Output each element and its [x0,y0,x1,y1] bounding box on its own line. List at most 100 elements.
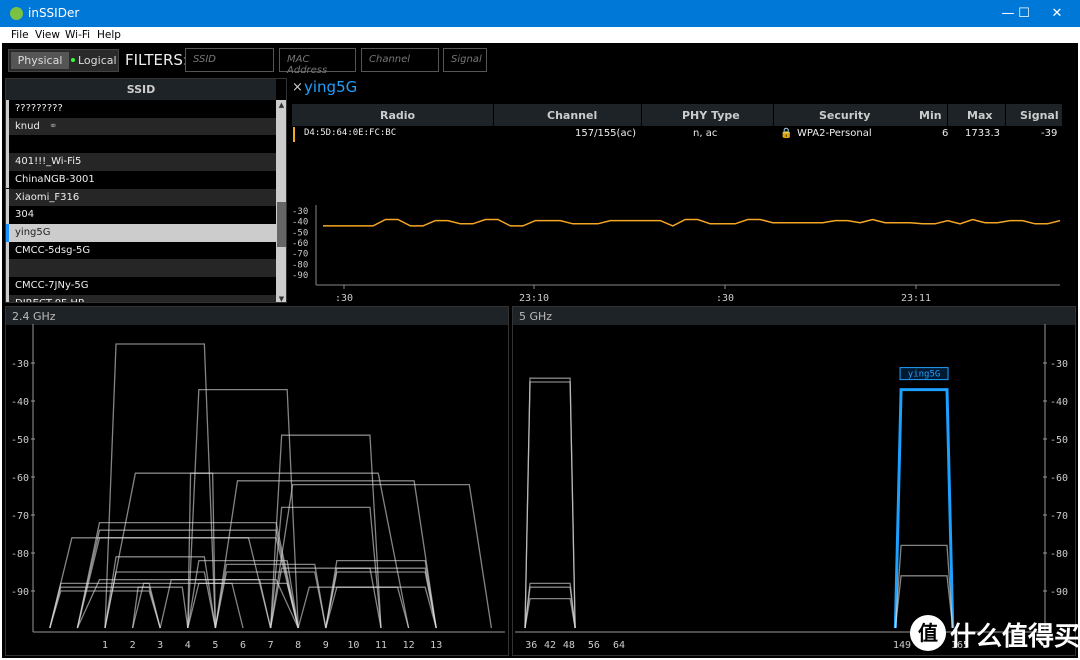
y-tick-label: -80 [292,260,308,270]
x-tick-label: 8 [295,640,301,651]
y-tick-label: -50 [11,435,29,446]
filters-label: FILTERS: [125,51,188,69]
ssid-list-item[interactable]: knud ⚭ [6,117,276,136]
y-tick-label: -70 [292,250,308,260]
ssid-list-item[interactable]: ying5G [6,223,276,242]
ssid-list-item[interactable]: 401!!!_Wi-Fi5 [6,153,276,171]
network-trace [524,377,576,629]
network-trace [524,582,576,629]
ssid-column-header[interactable]: SSID [6,79,276,100]
y-tick-label: -70 [11,511,29,522]
y-tick-label: -90 [292,271,308,281]
view-toggle[interactable]: Physical Logical [8,49,119,72]
x-tick-label: 12 [403,640,415,651]
col-channel[interactable]: Channel [547,109,597,122]
radio-mac: D4:5D:64:0E:FC:BC [304,128,397,138]
min-value: 6 [942,128,949,139]
y-tick-label: -30 [292,207,308,217]
menu-help[interactable]: Help [97,29,121,41]
physical-toggle[interactable]: Physical [11,52,69,69]
y-tick-label: -50 [292,228,308,238]
watermark: 什么值得买 [950,622,1080,652]
x-tick-label: 1 [102,640,108,651]
ssid-name: Xiaomi_F316 [15,191,80,203]
phy-value: n, ac [693,128,718,139]
col-signal[interactable]: Signal [1020,109,1059,122]
panel-title: 2.4 GHz [6,307,508,325]
logical-toggle[interactable]: Logical [69,52,117,69]
x-tick-label: 13 [430,640,442,651]
x-tick-label: 6 [240,640,246,651]
signal-history-chart: -30-40-50-60-70-80-90:30 23:10:30 23:11 [292,205,1061,304]
maximize-button[interactable]: ☐ [1008,0,1040,27]
y-tick-label: -80 [1050,549,1068,560]
link-icon: ⚭ [45,120,58,132]
col-phy[interactable]: PHY Type [682,109,740,122]
detail-title: ying5G [304,78,358,96]
x-tick-label: 149 [893,640,911,651]
panel-title: 5 GHz [513,307,1075,325]
col-radio[interactable]: Radio [380,109,415,122]
watermark-logo-icon: 值 [910,615,946,651]
menu-wifi[interactable]: Wi-Fi [65,29,90,41]
x-tick-label: :30 [716,293,734,304]
active-dot-icon [71,58,75,62]
y-tick-label: -60 [292,239,308,249]
x-tick-label: 48 [563,640,575,651]
ssid-name: 401!!!_Wi-Fi5 [15,156,82,168]
y-tick-label: -60 [11,473,29,484]
ssid-list-item[interactable]: DIRECT-0F-HP [6,294,276,302]
table-row[interactable]: D4:5D:64:0E:FC:BC 157/155(ac) n, ac 🔒 WP… [292,126,1062,142]
scroll-thumb[interactable] [277,202,286,247]
ssid-name: DIRECT-0F-HP [15,298,84,302]
x-tick-label: 36 [525,640,537,651]
ssid-name: ying5G [15,226,51,238]
network-trace [297,586,410,629]
ssid-list-item[interactable] [6,259,276,277]
x-tick-label: 11 [375,640,387,651]
menu-view[interactable]: View [35,29,60,41]
ssid-list-item[interactable]: 304 [6,206,276,224]
scroll-down-icon[interactable]: ▼ [276,294,286,302]
ssid-name: CMCC-7JNy-5G [15,280,89,291]
scroll-up-icon[interactable]: ▲ [276,100,286,110]
channel-value: 157/155(ac) [575,128,636,139]
col-min[interactable]: Min [919,109,942,122]
network-trace [893,388,955,629]
ssid-name: CMCC-5dsg-5G [15,244,91,256]
x-tick-label: :30 [335,293,353,304]
ssid-list-item[interactable]: ????????? [6,100,276,118]
col-security[interactable]: Security [819,109,870,122]
x-tick-label: 9 [323,640,329,651]
ssid-list: SSID ????????? knud ⚭ 401!!!_Wi-Fi5 ChinaNG… [5,78,287,303]
ssid-list-item[interactable]: ChinaNGB-3001 [6,170,276,189]
x-tick-label: 4 [185,640,191,651]
channel-filter-input[interactable]: Channel [361,48,439,72]
y-tick-label: -30 [1050,359,1068,370]
window-title: inSSIDer [28,6,80,20]
security-value: WPA2-Personal [797,128,872,139]
x-tick-label: 23:10 [519,293,549,304]
lock-icon: 🔒 [780,128,793,139]
series-color-marker [293,127,295,142]
ssid-filter-input[interactable]: SSID [185,48,274,72]
x-tick-label: 56 [588,640,600,651]
ssid-list-item[interactable]: CMCC-7JNy-5G [6,277,276,295]
logical-label: Logical [78,54,117,67]
ssid-list-item[interactable]: Xiaomi_F316 [6,188,276,207]
signal-filter-input[interactable]: Signal [443,48,487,72]
chart-5ghz: -30-40-50-60-70-80-903642485664149157165… [515,324,1068,651]
scrollbar[interactable]: ▲ ▼ [276,100,286,302]
signal-history-line [323,218,1061,227]
mac-filter-input[interactable]: MAC Address [279,48,356,76]
ssid-name: 304 [15,209,35,221]
close-detail-button[interactable]: × [292,80,303,95]
col-max[interactable]: Max [967,109,992,122]
network-trace [104,472,410,629]
chart-2-4ghz: -30-40-50-60-70-80-901 2 3 4 5 6 7 8 9 10 11 12 13 [11,324,505,651]
ssid-list-item[interactable] [6,135,276,154]
close-button[interactable]: ✕ [1041,0,1073,27]
ssid-list-item[interactable]: CMCC-5dsg-5G [6,241,276,260]
menu-file[interactable]: File [11,29,29,41]
y-tick-label: -90 [11,587,29,598]
